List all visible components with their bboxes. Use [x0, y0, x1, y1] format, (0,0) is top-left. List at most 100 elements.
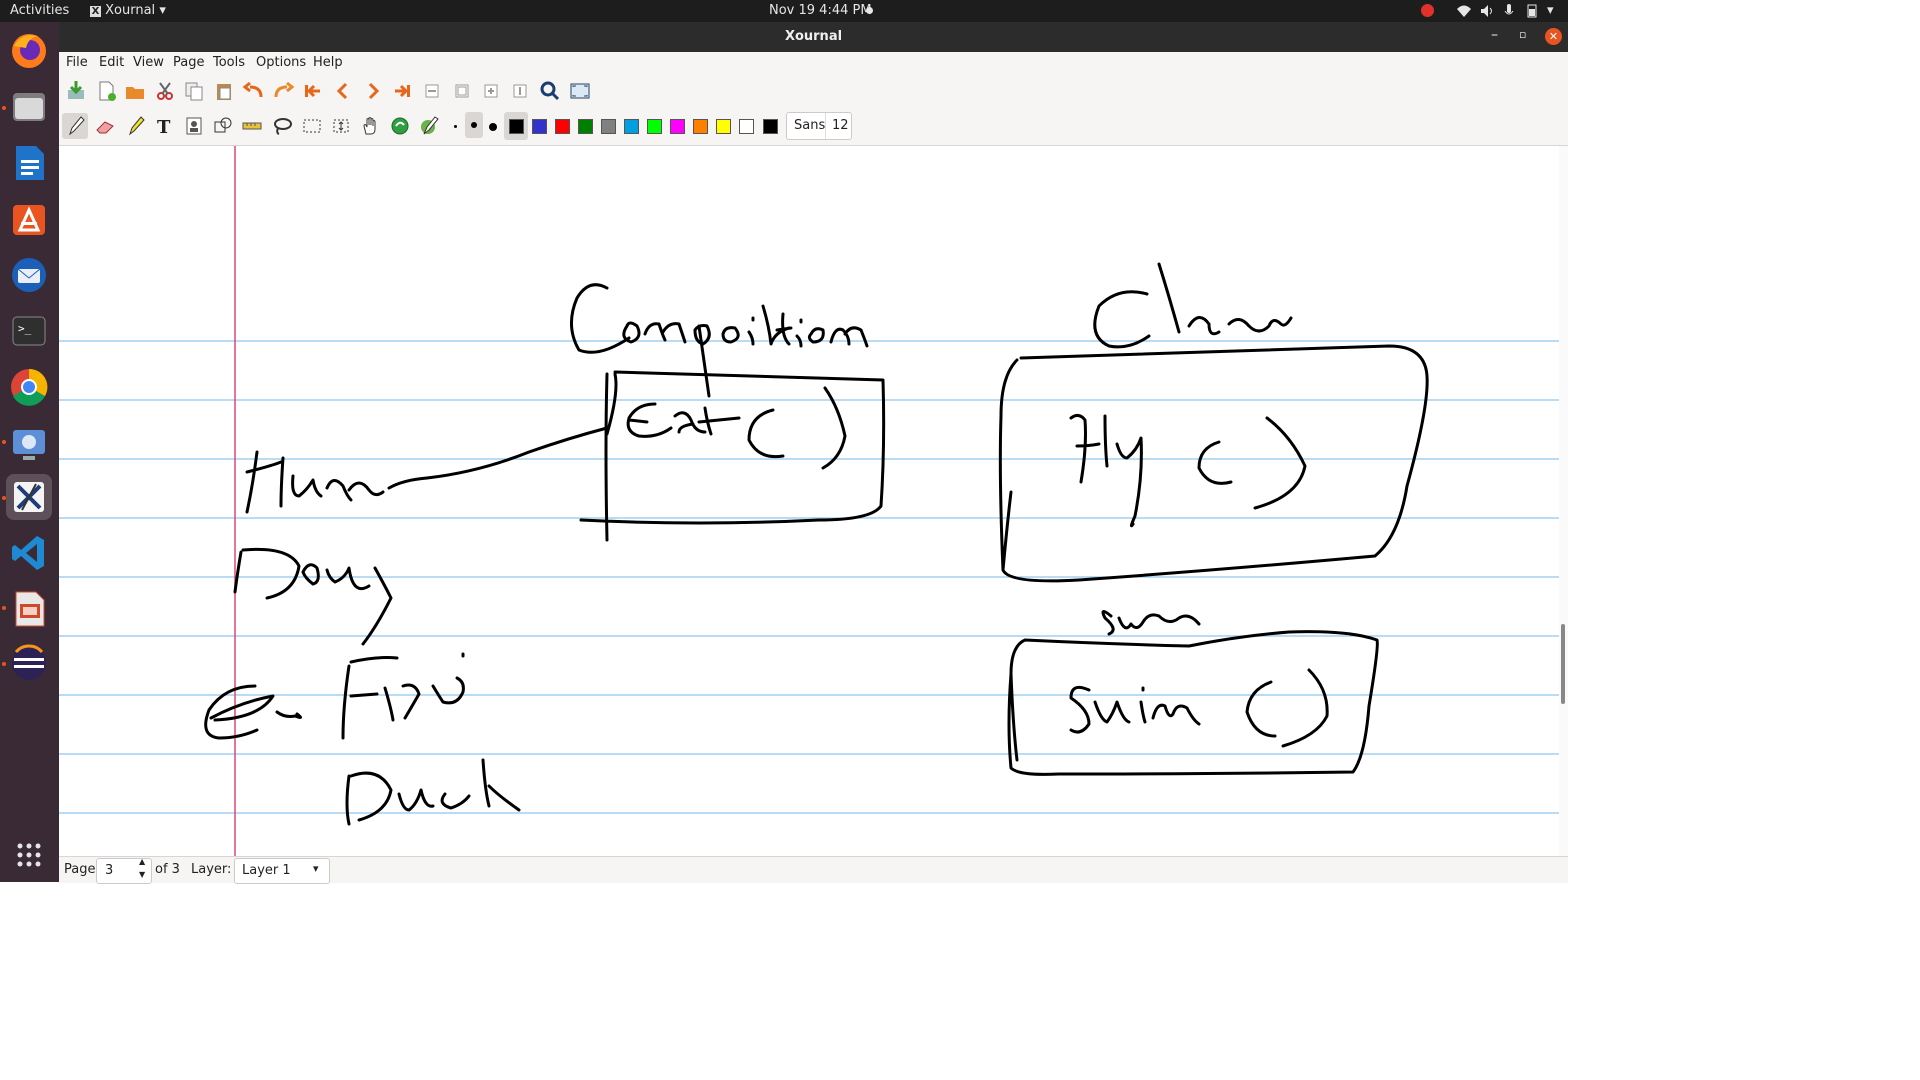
eclipse-icon	[12, 644, 46, 680]
vertical-scrollbar[interactable]	[1559, 146, 1568, 856]
volume-icon[interactable]	[1480, 4, 1494, 18]
shape-recognizer-icon[interactable]	[210, 113, 236, 139]
wifi-icon[interactable]	[1456, 4, 1472, 18]
firefox-icon	[12, 34, 46, 68]
stroke-duck	[345, 758, 521, 826]
recording-indicator-icon[interactable]	[1421, 4, 1434, 17]
software-store-icon	[13, 205, 45, 235]
scrollbar-thumb[interactable]	[1561, 624, 1565, 704]
dock-screenshot-tool[interactable]	[6, 420, 52, 466]
color-black-swatch[interactable]	[509, 119, 524, 134]
page-label: Page	[64, 862, 96, 877]
libreoffice-impress-icon	[15, 591, 45, 627]
close-button[interactable]: ✕	[1545, 28, 1562, 45]
show-applications-button[interactable]	[6, 832, 52, 878]
dock-impress[interactable]	[6, 586, 52, 632]
zoom-in-icon[interactable]	[478, 78, 504, 104]
activities-button[interactable]: Activities	[10, 3, 69, 18]
fullscreen-icon[interactable]	[567, 78, 593, 104]
copy-icon[interactable]	[181, 78, 207, 104]
menu-view[interactable]: View	[133, 55, 164, 70]
color-custom-swatch[interactable]	[763, 119, 778, 134]
zoom-fit-icon[interactable]	[449, 78, 475, 104]
restore-button[interactable]: ▫	[1519, 28, 1526, 41]
color-gray-swatch[interactable]	[601, 119, 616, 134]
pen-settings-icon[interactable]	[416, 113, 442, 139]
system-menu-chevron-icon[interactable]: ▾	[1547, 3, 1554, 18]
previous-page-icon[interactable]	[330, 78, 356, 104]
dock-xournal[interactable]	[6, 474, 52, 520]
ruled-page[interactable]	[59, 146, 1559, 856]
color-green-swatch[interactable]	[578, 119, 593, 134]
menu-options[interactable]: Options	[256, 55, 306, 70]
dock-writer[interactable]	[6, 140, 52, 186]
image-tool-icon[interactable]	[181, 113, 207, 139]
page-number-input[interactable]: 3	[105, 863, 113, 878]
default-pen-icon[interactable]	[387, 113, 413, 139]
paste-icon[interactable]	[211, 78, 237, 104]
rectangle-select-icon[interactable]	[299, 113, 325, 139]
microphone-icon[interactable]	[1504, 3, 1514, 19]
redo-icon[interactable]	[270, 78, 296, 104]
first-page-icon[interactable]	[300, 78, 326, 104]
menu-edit[interactable]: Edit	[99, 55, 124, 70]
battery-icon[interactable]	[1527, 3, 1537, 19]
color-blue-swatch[interactable]	[532, 119, 547, 134]
dock-eclipse[interactable]	[6, 640, 52, 686]
vertical-space-icon[interactable]	[328, 113, 354, 139]
zoom-out-icon[interactable]	[419, 78, 445, 104]
minimize-button[interactable]: –	[1491, 27, 1498, 43]
color-orange-swatch[interactable]	[693, 119, 708, 134]
menu-help[interactable]: Help	[313, 55, 343, 70]
undo-icon[interactable]	[241, 78, 267, 104]
last-page-icon[interactable]	[389, 78, 415, 104]
color-magenta-swatch[interactable]	[670, 119, 685, 134]
menu-tools[interactable]: Tools	[213, 55, 245, 70]
dock-chrome[interactable]	[6, 364, 52, 410]
app-menu-label: Xournal	[105, 3, 156, 18]
dock-vscode[interactable]	[6, 530, 52, 576]
open-folder-icon[interactable]	[122, 78, 148, 104]
font-selector-button[interactable]: Sans 12	[786, 112, 852, 140]
window-title-bar[interactable]: Xournal – ▫ ✕	[59, 22, 1568, 52]
menu-file[interactable]: File	[66, 55, 88, 70]
spinner-up-icon[interactable]: ▲	[139, 857, 145, 866]
vscode-icon	[12, 536, 44, 570]
dock-files[interactable]	[6, 84, 52, 130]
menu-page[interactable]: Page	[173, 55, 204, 70]
color-white-swatch[interactable]	[739, 119, 754, 134]
thickness-thin-button[interactable]	[448, 114, 464, 138]
color-yellow-swatch[interactable]	[716, 119, 731, 134]
highlighter-tool-icon[interactable]	[122, 113, 148, 139]
dock-thunderbird[interactable]	[6, 252, 52, 298]
eraser-tool-icon[interactable]	[92, 113, 118, 139]
zoom-page-width-icon[interactable]	[507, 78, 533, 104]
color-red-swatch[interactable]	[555, 119, 570, 134]
text-tool-icon[interactable]: T	[151, 113, 177, 139]
zoom-search-icon[interactable]	[537, 78, 563, 104]
pen-tool-icon[interactable]	[62, 113, 88, 139]
app-menu[interactable]: X Xournal ▾	[90, 3, 166, 18]
spinner-down-icon[interactable]: ▼	[139, 870, 145, 879]
dock-terminal[interactable]: >_	[6, 308, 52, 354]
layer-dropdown[interactable]: Layer 1 ▾	[234, 858, 330, 884]
running-indicator	[2, 106, 6, 110]
next-page-icon[interactable]	[360, 78, 386, 104]
dock-firefox[interactable]	[6, 28, 52, 74]
page-number-spinner[interactable]: 3 ▲ ▼	[96, 857, 152, 884]
clock[interactable]: Nov 19 4:44 PM	[769, 3, 872, 18]
new-document-icon[interactable]	[93, 78, 119, 104]
handwriting-strokes	[204, 262, 1429, 826]
color-light-green-swatch[interactable]	[647, 119, 662, 134]
save-icon[interactable]	[63, 78, 89, 104]
note-canvas[interactable]	[59, 146, 1559, 856]
thickness-thick-button[interactable]	[484, 114, 502, 138]
lasso-select-icon[interactable]	[269, 113, 295, 139]
ruler-icon[interactable]	[239, 113, 265, 139]
cut-icon[interactable]	[152, 78, 178, 104]
app-grid-icon	[17, 843, 41, 867]
thickness-medium-button[interactable]	[465, 112, 483, 138]
hand-tool-icon[interactable]	[357, 113, 383, 139]
color-light-blue-swatch[interactable]	[624, 119, 639, 134]
dock-software[interactable]	[6, 196, 52, 242]
